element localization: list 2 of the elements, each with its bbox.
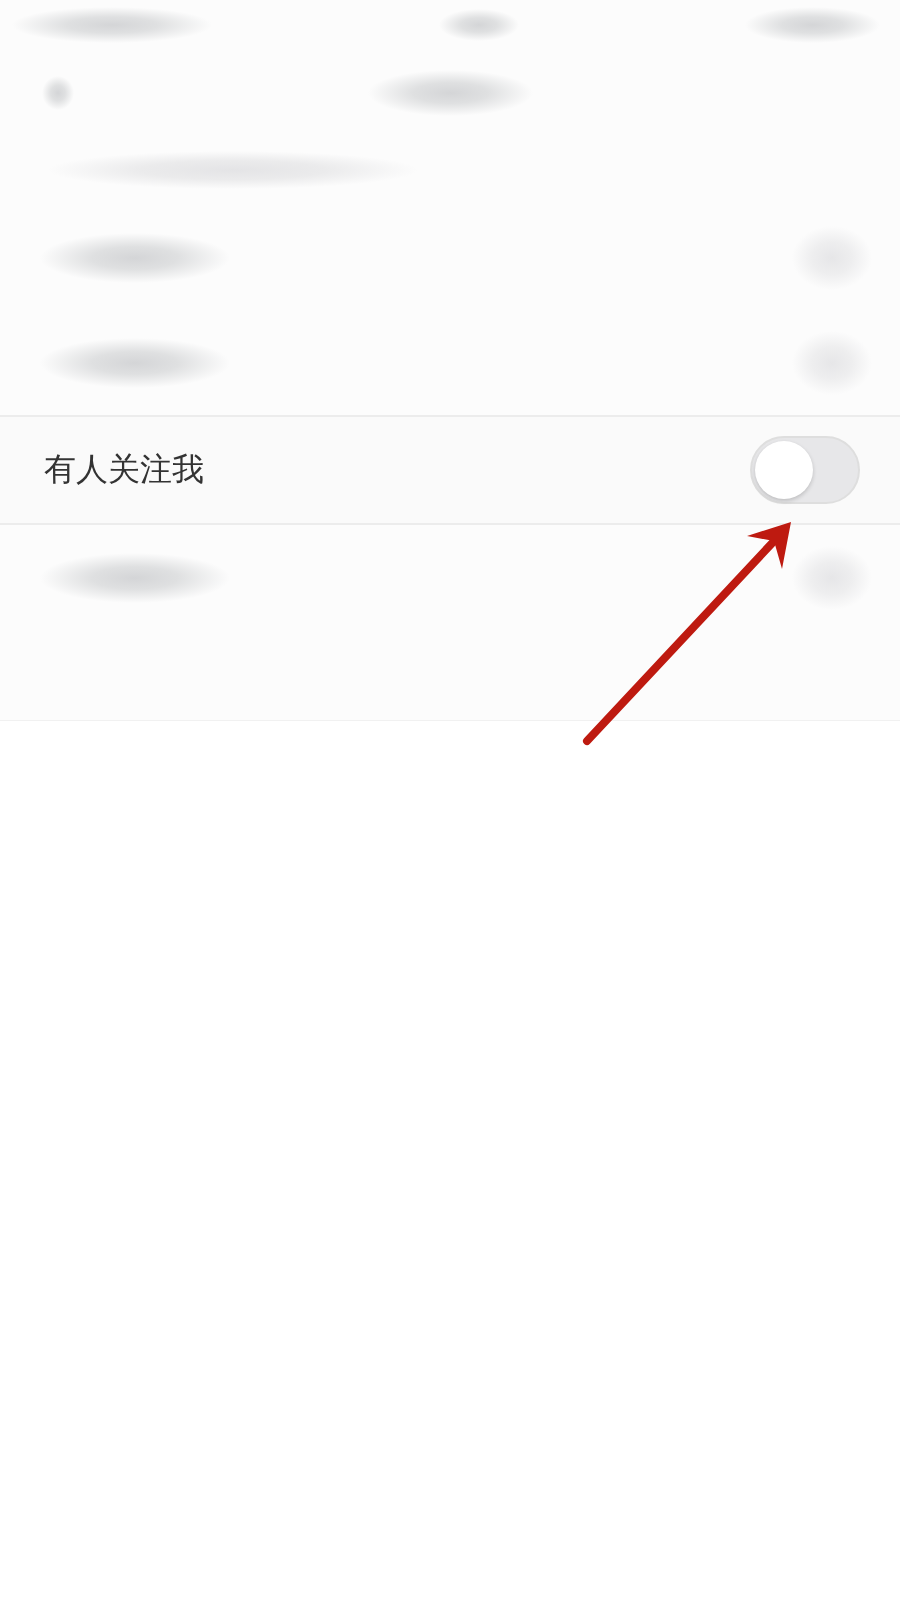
setting-label: 有人关注我	[44, 449, 204, 490]
blurred-patch	[42, 75, 74, 110]
